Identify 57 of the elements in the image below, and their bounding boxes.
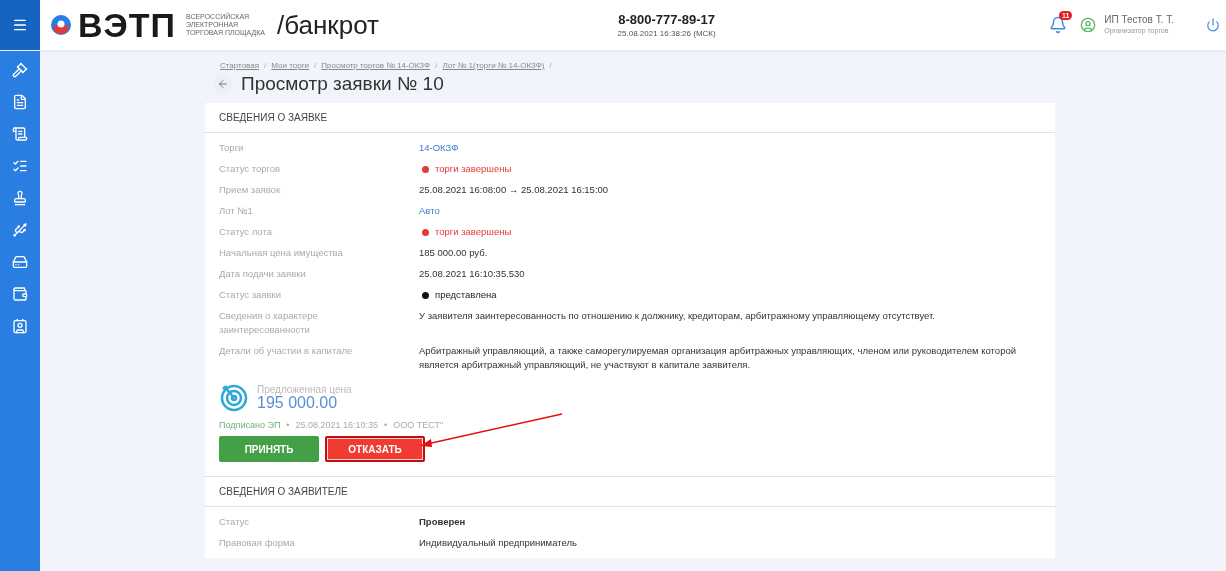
signature-info: 25.08.2021 16:10:35 xyxy=(295,420,379,430)
field-value: 25.08.2021 16:10:35.530 xyxy=(419,267,526,281)
field-value: Арбитражный управляющий, а также саморегулируемая организация арбитражных управляющих, членом или руководителем которой является арбитражный управляющий, не участвуют в капитале заявителя. xyxy=(419,344,1018,372)
field-label: Детали об участии в капитале xyxy=(219,344,354,358)
separator-dot: • xyxy=(384,420,388,430)
field-label: Статус торгов xyxy=(219,162,282,176)
field-label: Торги xyxy=(219,141,245,155)
field-label: Сведения о характере заинтересованности xyxy=(219,309,319,337)
breadcrumb-link[interactable]: Мои торги xyxy=(271,61,310,70)
status-value: представлена xyxy=(435,288,497,302)
value-link[interactable]: Авто xyxy=(419,204,1041,218)
user-name: ИП Тестов Т. Т. xyxy=(1104,14,1174,25)
section-heading: СВЕДЕНИЯ О ЗАЯВКЕ xyxy=(205,103,1055,133)
menu-button[interactable] xyxy=(0,0,40,50)
phone-number: 8-800-777-89-17 xyxy=(618,12,716,27)
user-icon xyxy=(1080,17,1097,33)
accept-button[interactable]: ПРИНЯТЬ xyxy=(219,436,319,462)
page-title: Просмотр заявки № 10 xyxy=(241,73,444,95)
offer-label: Предложенная цена xyxy=(257,383,352,395)
field-value: Проверен xyxy=(419,515,467,529)
section-heading: СВЕДЕНИЯ О ЗАЯВИТЕЛЕ xyxy=(205,477,1055,507)
status-value: торги завершены xyxy=(435,162,512,176)
breadcrumb-link[interactable]: Лот № 1(торги № 14-ОКЗФ) xyxy=(442,61,545,70)
field-value: Индивидуальный предприниматель xyxy=(419,536,578,550)
logo-icon xyxy=(50,14,72,36)
signature-info: ООО ТЕСТ" xyxy=(393,420,444,430)
breadcrumb-separator: / xyxy=(264,61,267,70)
field-label: Дата подачи заявки xyxy=(219,267,307,281)
status-value: торги завершены xyxy=(435,225,512,239)
field-label: Лот №1 xyxy=(219,204,254,218)
brand-name: ВЭТП xyxy=(78,5,176,45)
power-icon[interactable] xyxy=(1206,18,1220,32)
value-link[interactable]: 14-ОКЗФ xyxy=(419,141,1041,155)
field-value: 185 000.00 руб. xyxy=(419,246,489,260)
field-label: Прием заявок xyxy=(219,183,282,197)
offer-value: 195 000.00 xyxy=(257,394,338,411)
breadcrumb-separator: / xyxy=(435,61,438,70)
target-icon xyxy=(219,382,249,412)
field-label: Статус xyxy=(219,515,251,529)
breadcrumb-separator: / xyxy=(314,61,317,70)
back-arrow-icon xyxy=(217,78,229,90)
field-value: У заявителя заинтересованность по отношению к должнику, кредиторам, арбитражному управляющему отсутствует. xyxy=(419,309,936,323)
field-label: Правовая форма xyxy=(219,536,296,550)
breadcrumb-separator: / xyxy=(549,61,552,70)
bell-icon xyxy=(1049,16,1068,34)
section-name: /банкрот xyxy=(277,9,379,41)
menu-icon xyxy=(12,17,28,33)
field-value: 25.08.2021 16:08:00 → 25.08.2021 16:15:00 xyxy=(419,183,610,197)
server-time: 25.08.2021 16:38:26 (МСК) xyxy=(617,29,716,38)
field-label: Начальная цена имущества xyxy=(219,246,344,260)
breadcrumb-link[interactable]: Просмотр торгов № 14-ОКЗФ xyxy=(321,61,431,70)
field-label: Статус заявки xyxy=(219,288,282,302)
reject-button[interactable]: ОТКАЗАТЬ xyxy=(325,436,425,462)
field-label: Статус лота xyxy=(219,225,273,239)
breadcrumb-link[interactable]: Стартовая xyxy=(220,61,260,70)
separator-dot: • xyxy=(286,420,290,430)
signature-info: Подписано ЭП xyxy=(219,420,281,430)
